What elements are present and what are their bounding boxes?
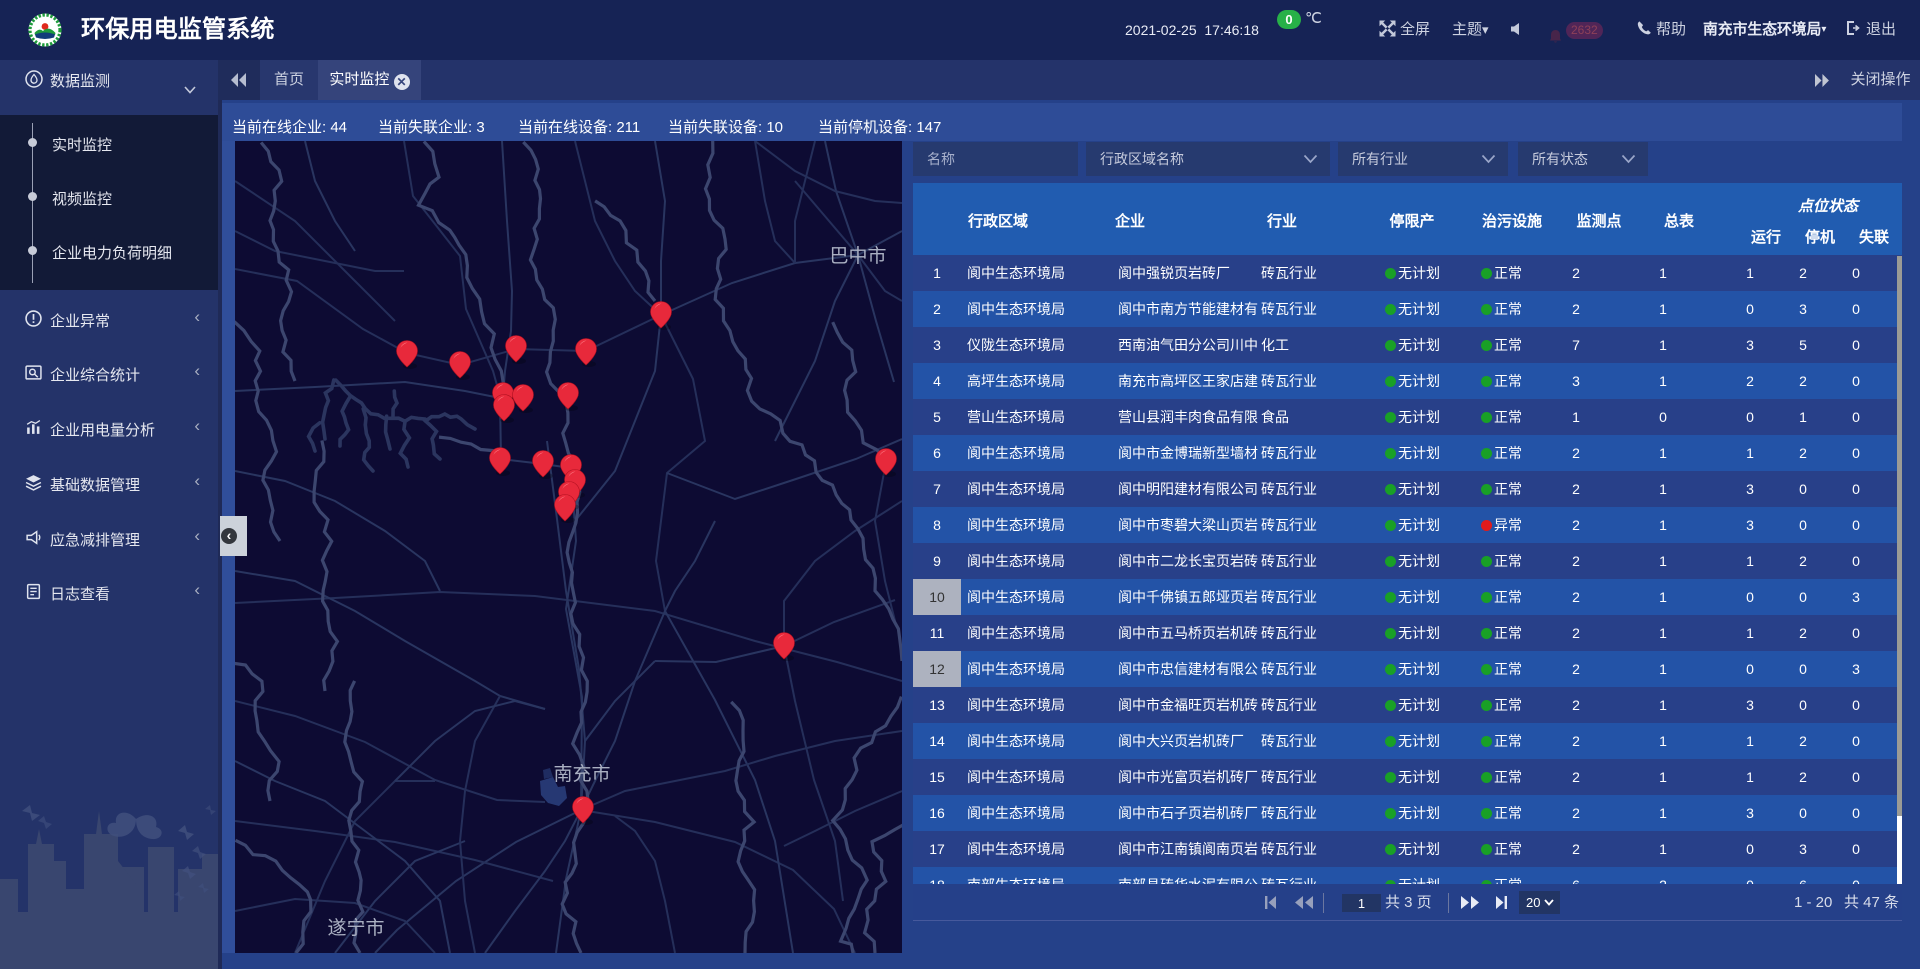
svg-text:遂宁市: 遂宁市 bbox=[327, 917, 384, 939]
